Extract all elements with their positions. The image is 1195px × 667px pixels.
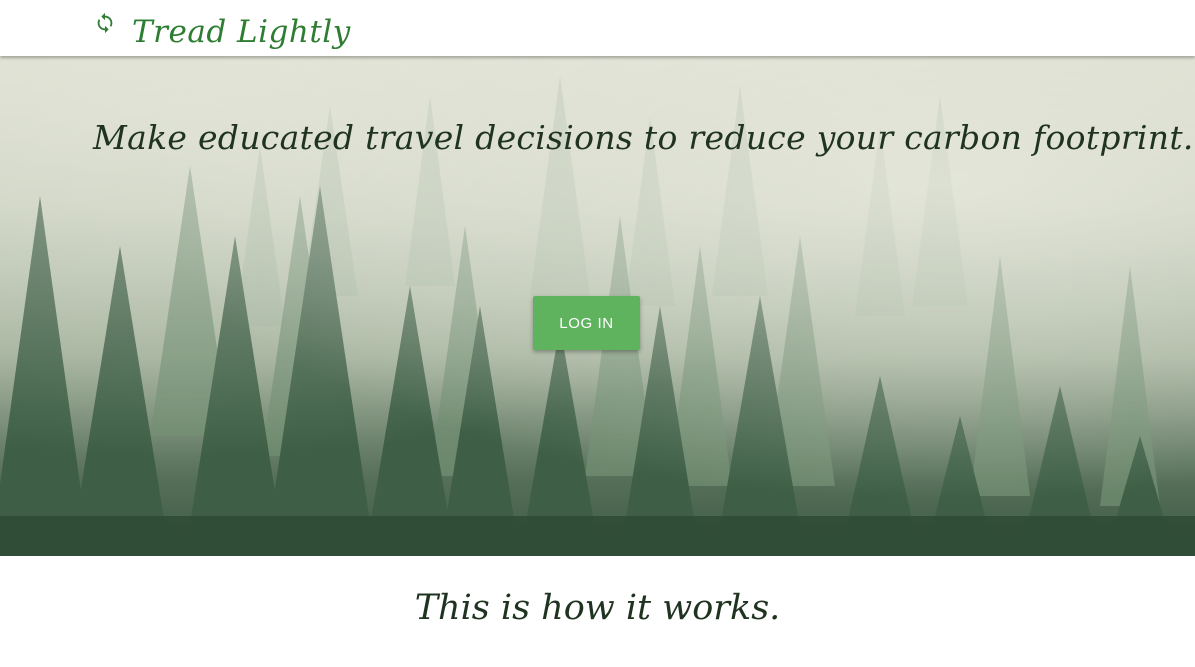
hero-tagline: Make educated travel decisions to reduce…: [93, 118, 1194, 157]
login-button[interactable]: LOG IN: [533, 296, 640, 350]
hero-banner: Make educated travel decisions to reduce…: [0, 56, 1195, 556]
navbar: Tread Lightly: [0, 0, 1195, 56]
brand-link[interactable]: Tread Lightly: [94, 10, 351, 54]
sync-icon: [97, 12, 113, 34]
brand-name: Tread Lightly: [132, 14, 351, 50]
how-it-works-heading: This is how it works.: [414, 588, 781, 628]
